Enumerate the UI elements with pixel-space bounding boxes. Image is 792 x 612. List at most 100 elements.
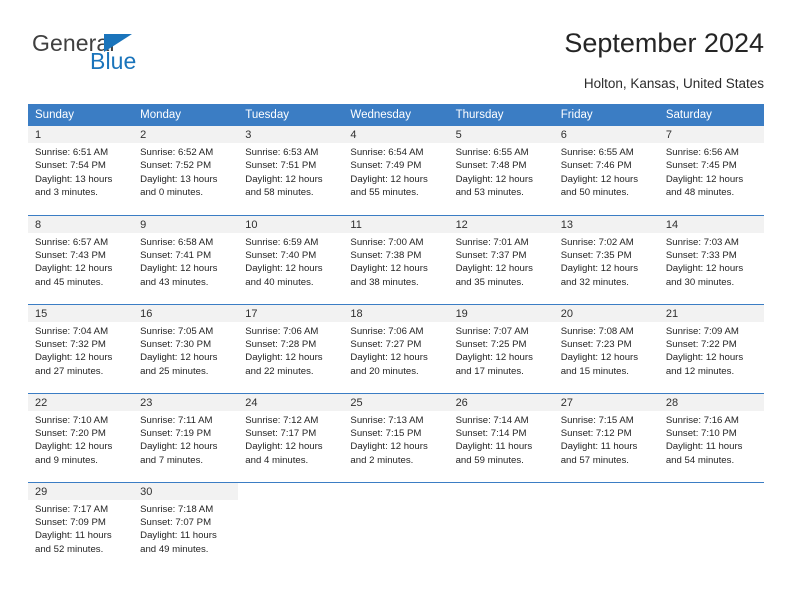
daylight-duration-line-1 — [456, 529, 549, 542]
day-number: 19 — [448, 304, 554, 322]
day-number — [659, 483, 764, 500]
day-cell-inner — [554, 483, 659, 572]
logo-wordmark-blue: Blue — [90, 48, 137, 74]
calendar-day-cell[interactable]: 6 Sunrise: 6:55 AM Sunset: 7:46 PM Daylight… — [553, 126, 659, 215]
calendar-day-cell[interactable]: 7 Sunrise: 6:56 AM Sunset: 7:45 PM Daylight… — [658, 126, 764, 215]
day-cell-inner — [449, 483, 554, 572]
day-details: Sunrise: 6:53 AM Sunset: 7:51 PM Daylight:… — [238, 143, 343, 200]
day-cell-inner: 2 Sunrise: 6:52 AM Sunset: 7:52 PM Daylight… — [133, 126, 239, 215]
sunset-time — [350, 516, 443, 529]
daylight-duration-line-2: and 0 minutes. — [140, 187, 204, 199]
day-cell-inner: 10 Sunrise: 6:59 AM Sunset: 7:40 PM Dayligh… — [238, 215, 344, 304]
calendar-day-cell[interactable]: 11 Sunrise: 7:00 AM Sunset: 7:38 PM Dayligh… — [343, 214, 449, 304]
daylight-duration-line-1: Daylight: 13 hours — [140, 173, 218, 185]
day-details: Sunrise: 7:07 AM Sunset: 7:25 PM Daylight:… — [449, 322, 554, 379]
calendar-day-cell[interactable]: 14 Sunrise: 7:03 AM Sunset: 7:33 PM Dayligh… — [658, 214, 764, 304]
calendar-day-cell[interactable]: 20 Sunrise: 7:08 AM Sunset: 7:23 PM Dayligh… — [553, 303, 659, 393]
sunset-time: Sunset: 7:33 PM — [665, 249, 737, 261]
sunrise-time: Sunrise: 6:51 AM — [35, 147, 109, 158]
calendar-day-cell[interactable]: 28 Sunrise: 7:16 AM Sunset: 7:10 PM Dayligh… — [658, 392, 764, 482]
daylight-duration-line-1: Daylight: 12 hours — [245, 173, 323, 185]
day-number: 12 — [448, 215, 554, 233]
daylight-duration-line-2 — [245, 543, 338, 556]
calendar-day-cell[interactable]: 2 Sunrise: 6:52 AM Sunset: 7:52 PM Daylight… — [133, 126, 239, 215]
calendar-day-cell[interactable]: 24 Sunrise: 7:12 AM Sunset: 7:17 PM Dayligh… — [238, 392, 344, 482]
day-details: Sunrise: 7:08 AM Sunset: 7:23 PM Daylight:… — [554, 322, 659, 379]
sunset-time: Sunset: 7:40 PM — [245, 249, 317, 261]
calendar-day-cell[interactable]: 9 Sunrise: 6:58 AM Sunset: 7:41 PM Daylight… — [133, 214, 239, 304]
calendar-day-cell[interactable]: 13 Sunrise: 7:02 AM Sunset: 7:35 PM Dayligh… — [553, 214, 659, 304]
daylight-duration-line-2 — [561, 543, 654, 556]
day-cell-inner: 22 Sunrise: 7:10 AM Sunset: 7:20 PM Dayligh… — [28, 393, 134, 482]
daylight-duration-line-2: and 30 minutes. — [665, 276, 735, 288]
daylight-duration-line-2: and 35 minutes. — [455, 276, 524, 288]
calendar-day-cell[interactable]: 1 Sunrise: 6:51 AM Sunset: 7:54 PM Daylight… — [28, 126, 134, 215]
calendar-day-cell[interactable]: 27 Sunrise: 7:15 AM Sunset: 7:12 PM Dayligh… — [553, 392, 659, 482]
day-details: Sunrise: 6:56 AM Sunset: 7:45 PM Daylight:… — [659, 143, 764, 200]
day-cell-inner: 17 Sunrise: 7:06 AM Sunset: 7:28 PM Dayligh… — [238, 304, 344, 393]
general-blue-logo[interactable]: General Blue — [28, 32, 228, 88]
sunrise-time: Sunrise: 7:13 AM — [350, 414, 424, 426]
day-cell-inner: 5 Sunrise: 6:55 AM Sunset: 7:48 PM Daylight… — [448, 126, 554, 215]
day-number — [343, 483, 448, 500]
day-number: 26 — [448, 393, 554, 411]
weekday-header-wednesday: Wednesday — [343, 104, 449, 126]
calendar-day-cell[interactable]: 8 Sunrise: 6:57 AM Sunset: 7:43 PM Daylight… — [28, 214, 134, 304]
calendar-week-row: 1 Sunrise: 6:51 AM Sunset: 7:54 PM Daylight… — [28, 126, 764, 215]
daylight-duration-line-1: Daylight: 12 hours — [35, 263, 113, 275]
day-details: Sunrise: 6:55 AM Sunset: 7:48 PM Daylight:… — [449, 143, 554, 200]
day-cell-inner: 16 Sunrise: 7:05 AM Sunset: 7:30 PM Dayligh… — [133, 304, 239, 393]
calendar-day-cell[interactable]: 12 Sunrise: 7:01 AM Sunset: 7:37 PM Dayligh… — [448, 214, 554, 304]
calendar-day-cell[interactable]: 21 Sunrise: 7:09 AM Sunset: 7:22 PM Dayligh… — [658, 303, 764, 393]
calendar-day-cell[interactable]: 4 Sunrise: 6:54 AM Sunset: 7:49 PM Daylight… — [343, 126, 449, 215]
weekday-header-row: Sunday Monday Tuesday Wednesday Thursday… — [28, 104, 764, 126]
day-cell-inner: 25 Sunrise: 7:13 AM Sunset: 7:15 PM Dayligh… — [343, 393, 449, 482]
day-cell-inner: 6 Sunrise: 6:55 AM Sunset: 7:46 PM Daylight… — [553, 126, 659, 215]
calendar-day-cell[interactable]: 18 Sunrise: 7:06 AM Sunset: 7:27 PM Dayligh… — [343, 303, 449, 393]
day-cell-inner: 11 Sunrise: 7:00 AM Sunset: 7:38 PM Dayligh… — [343, 215, 449, 304]
day-cell-inner: 14 Sunrise: 7:03 AM Sunset: 7:33 PM Dayligh… — [658, 215, 764, 304]
calendar-day-cell[interactable]: 29 Sunrise: 7:17 AM Sunset: 7:09 PM Dayligh… — [28, 481, 134, 571]
calendar-day-cell[interactable]: 3 Sunrise: 6:53 AM Sunset: 7:51 PM Daylight… — [238, 126, 344, 215]
calendar-day-cell[interactable]: 16 Sunrise: 7:05 AM Sunset: 7:30 PM Dayligh… — [133, 303, 239, 393]
day-cell-inner: 7 Sunrise: 6:56 AM Sunset: 7:45 PM Daylight… — [658, 126, 764, 215]
day-number: 15 — [28, 304, 134, 322]
sunset-time — [456, 516, 549, 529]
daylight-duration-line-1: Daylight: 11 hours — [140, 530, 217, 542]
sunset-time: Sunset: 7:51 PM — [245, 160, 317, 172]
calendar-week-row: 15 Sunrise: 7:04 AM Sunset: 7:32 PM Dayligh… — [28, 303, 764, 393]
day-number: 16 — [133, 304, 239, 322]
day-details: Sunrise: 7:10 AM Sunset: 7:20 PM Daylight:… — [28, 411, 133, 468]
sunset-time: Sunset: 7:27 PM — [350, 338, 422, 350]
calendar-day-cell[interactable]: 17 Sunrise: 7:06 AM Sunset: 7:28 PM Dayligh… — [238, 303, 344, 393]
day-cell-inner: 24 Sunrise: 7:12 AM Sunset: 7:17 PM Dayligh… — [238, 393, 344, 482]
sunrise-time: Sunrise: 7:10 AM — [35, 414, 109, 426]
sunset-time: Sunset: 7:17 PM — [245, 427, 317, 439]
calendar-day-cell[interactable]: 15 Sunrise: 7:04 AM Sunset: 7:32 PM Dayligh… — [28, 303, 134, 393]
day-cell-inner: 1 Sunrise: 6:51 AM Sunset: 7:54 PM Daylight… — [28, 126, 134, 215]
calendar-day-cell[interactable]: 30 Sunrise: 7:18 AM Sunset: 7:07 PM Dayligh… — [133, 481, 239, 571]
daylight-duration-line-1: Daylight: 12 hours — [455, 352, 533, 364]
calendar-week-row: 22 Sunrise: 7:10 AM Sunset: 7:20 PM Dayligh… — [28, 392, 764, 482]
calendar-day-cell[interactable]: 22 Sunrise: 7:10 AM Sunset: 7:20 PM Dayligh… — [28, 392, 134, 482]
calendar-day-cell[interactable]: 26 Sunrise: 7:14 AM Sunset: 7:14 PM Dayligh… — [448, 392, 554, 482]
calendar-day-cell[interactable]: 23 Sunrise: 7:11 AM Sunset: 7:19 PM Dayligh… — [133, 392, 239, 482]
day-number: 7 — [658, 126, 764, 143]
sunrise-time: Sunrise: 7:11 AM — [140, 414, 213, 426]
daylight-duration-line-1: Daylight: 11 hours — [455, 441, 533, 453]
daylight-duration-line-1: Daylight: 12 hours — [350, 441, 428, 453]
sunset-time: Sunset: 7:38 PM — [350, 249, 422, 261]
daylight-duration-line-2: and 32 minutes. — [560, 276, 629, 288]
calendar-week-row: 8 Sunrise: 6:57 AM Sunset: 7:43 PM Daylight… — [28, 214, 764, 304]
day-number: 18 — [343, 304, 449, 322]
sunrise-time: Sunrise: 6:58 AM — [140, 236, 214, 248]
daylight-duration-line-1: Daylight: 11 hours — [665, 441, 743, 453]
calendar-day-cell[interactable]: 19 Sunrise: 7:07 AM Sunset: 7:25 PM Dayligh… — [448, 303, 554, 393]
sunset-time: Sunset: 7:49 PM — [350, 160, 422, 172]
calendar-day-cell[interactable]: 25 Sunrise: 7:13 AM Sunset: 7:15 PM Dayligh… — [343, 392, 449, 482]
day-number: 23 — [133, 393, 239, 411]
page-subtitle-location: Holton, Kansas, United States — [583, 76, 764, 91]
calendar-day-cell[interactable]: 5 Sunrise: 6:55 AM Sunset: 7:48 PM Daylight… — [448, 126, 554, 215]
daylight-duration-line-1 — [561, 529, 654, 542]
calendar-day-cell[interactable]: 10 Sunrise: 6:59 AM Sunset: 7:40 PM Dayligh… — [238, 214, 344, 304]
